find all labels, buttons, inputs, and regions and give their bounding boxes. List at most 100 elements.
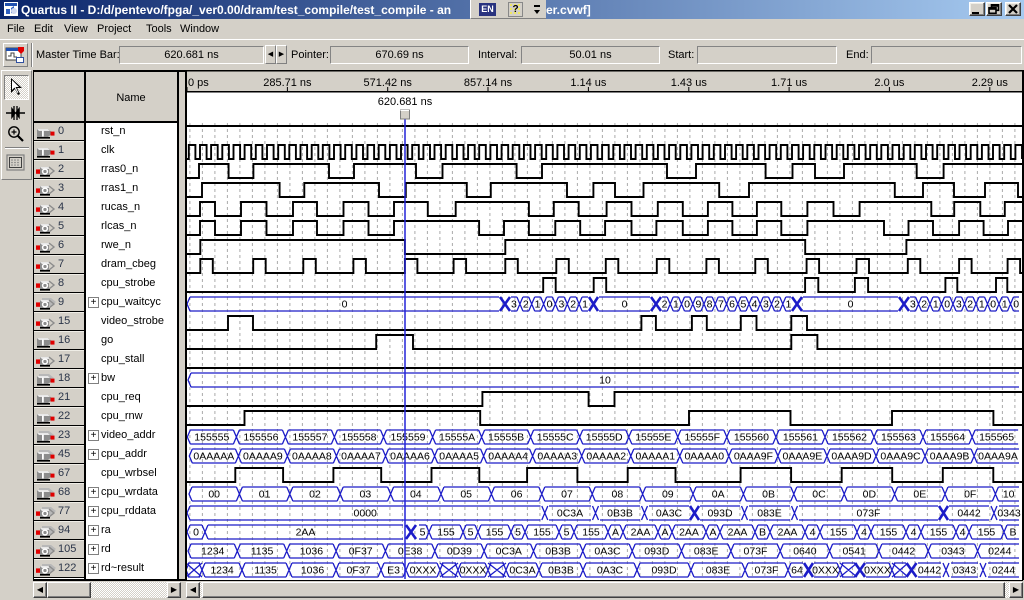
svg-text:0: 0 — [193, 527, 199, 539]
svg-text:571.42 ns: 571.42 ns — [364, 77, 413, 89]
svg-text:155564: 155564 — [930, 432, 965, 444]
svg-text:0C3A: 0C3A — [496, 546, 522, 558]
svg-text:155: 155 — [930, 527, 948, 539]
svg-text:0XXX: 0XXX — [460, 565, 487, 577]
svg-text:15555B: 15555B — [488, 432, 524, 444]
svg-text:3: 3 — [956, 299, 962, 311]
svg-text:2: 2 — [523, 299, 529, 311]
svg-text:155561: 155561 — [783, 432, 818, 444]
svg-text:A: A — [661, 527, 668, 539]
svg-text:0A3C: 0A3C — [594, 546, 621, 558]
svg-text:0F: 0F — [964, 489, 976, 501]
svg-text:0 ps: 0 ps — [188, 77, 209, 89]
svg-text:0C: 0C — [812, 489, 826, 501]
svg-text:073F: 073F — [857, 508, 881, 520]
svg-text:0C3A: 0C3A — [557, 508, 583, 520]
svg-text:1: 1 — [933, 299, 939, 311]
svg-text:6: 6 — [729, 299, 735, 311]
svg-text:5: 5 — [515, 527, 521, 539]
svg-text:0B3B: 0B3B — [548, 565, 574, 577]
svg-text:06: 06 — [511, 489, 523, 501]
svg-text:0AAA9B: 0AAA9B — [930, 451, 970, 463]
svg-text:155: 155 — [880, 527, 898, 539]
svg-text:0AAAA6: 0AAAA6 — [390, 451, 430, 463]
svg-text:5: 5 — [740, 299, 746, 311]
svg-text:1234: 1234 — [201, 546, 225, 558]
svg-text:2AA: 2AA — [679, 527, 699, 539]
svg-text:0: 0 — [990, 299, 996, 311]
svg-text:1036: 1036 — [300, 546, 324, 558]
svg-text:64: 64 — [791, 565, 803, 577]
svg-text:1.43 us: 1.43 us — [671, 77, 708, 89]
svg-text:15555E: 15555E — [635, 432, 671, 444]
svg-text:2: 2 — [967, 299, 973, 311]
svg-text:3: 3 — [910, 299, 916, 311]
svg-text:15555D: 15555D — [586, 432, 623, 444]
svg-text:1.71 us: 1.71 us — [771, 77, 808, 89]
svg-text:1: 1 — [1002, 299, 1008, 311]
svg-text:0442: 0442 — [892, 546, 916, 558]
svg-text:2AA: 2AA — [778, 527, 798, 539]
svg-text:155563: 155563 — [881, 432, 916, 444]
svg-text:0AAAA2: 0AAAA2 — [586, 451, 626, 463]
svg-text:1: 1 — [535, 299, 541, 311]
svg-text:155: 155 — [830, 527, 848, 539]
svg-text:155555: 155555 — [194, 432, 229, 444]
svg-text:8: 8 — [707, 299, 713, 311]
svg-text:083E: 083E — [757, 508, 782, 520]
svg-text:0AAAA9: 0AAAA9 — [243, 451, 283, 463]
svg-text:0C3A: 0C3A — [509, 565, 535, 577]
svg-text:073F: 073F — [744, 546, 768, 558]
svg-text:5: 5 — [468, 527, 474, 539]
svg-text:0442: 0442 — [918, 565, 942, 577]
svg-text:0244: 0244 — [988, 546, 1012, 558]
svg-text:0: 0 — [848, 299, 854, 311]
svg-text:9: 9 — [695, 299, 701, 311]
svg-text:155562: 155562 — [832, 432, 867, 444]
svg-text:4: 4 — [960, 527, 966, 539]
svg-text:10: 10 — [1003, 489, 1015, 501]
svg-text:857.14 ns: 857.14 ns — [464, 77, 513, 89]
svg-text:3: 3 — [511, 299, 517, 311]
svg-text:0: 0 — [547, 299, 553, 311]
svg-text:1.14 us: 1.14 us — [570, 77, 607, 89]
svg-text:0AAA9F: 0AAA9F — [734, 451, 773, 463]
svg-text:0000: 0000 — [354, 508, 378, 520]
svg-text:0E: 0E — [913, 489, 926, 501]
svg-text:15555A: 15555A — [439, 432, 475, 444]
svg-text:0E38: 0E38 — [398, 546, 423, 558]
svg-text:01: 01 — [259, 489, 271, 501]
svg-text:0442: 0442 — [957, 508, 981, 520]
svg-text:155560: 155560 — [734, 432, 769, 444]
svg-text:0: 0 — [684, 299, 690, 311]
svg-text:B: B — [1009, 527, 1016, 539]
svg-text:1135: 1135 — [251, 546, 274, 558]
svg-text:155: 155 — [582, 527, 600, 539]
svg-text:0: 0 — [1013, 299, 1019, 311]
svg-text:3: 3 — [763, 299, 769, 311]
svg-text:1036: 1036 — [301, 565, 325, 577]
svg-text:073F: 073F — [755, 565, 779, 577]
svg-text:1: 1 — [582, 299, 588, 311]
svg-text:02: 02 — [309, 489, 321, 501]
svg-text:0AAA9C: 0AAA9C — [880, 451, 921, 463]
svg-text:2: 2 — [570, 299, 576, 311]
svg-text:155: 155 — [437, 527, 455, 539]
svg-text:09: 09 — [662, 489, 674, 501]
svg-text:0: 0 — [622, 299, 628, 311]
svg-text:0A3C: 0A3C — [656, 508, 683, 520]
svg-text:10: 10 — [599, 375, 611, 387]
svg-text:155556: 155556 — [243, 432, 278, 444]
svg-text:2.0 us: 2.0 us — [874, 77, 904, 89]
svg-text:0AAAA3: 0AAAA3 — [537, 451, 577, 463]
svg-text:07: 07 — [561, 489, 573, 501]
svg-text:0244: 0244 — [992, 565, 1016, 577]
svg-text:A: A — [709, 527, 716, 539]
svg-text:2.29 us: 2.29 us — [972, 77, 1009, 89]
svg-text:155558: 155558 — [341, 432, 376, 444]
svg-text:1234: 1234 — [210, 565, 234, 577]
svg-text:7: 7 — [718, 299, 724, 311]
svg-text:1: 1 — [979, 299, 985, 311]
svg-text:0A3C: 0A3C — [597, 565, 624, 577]
svg-text:0B3B: 0B3B — [607, 508, 633, 520]
